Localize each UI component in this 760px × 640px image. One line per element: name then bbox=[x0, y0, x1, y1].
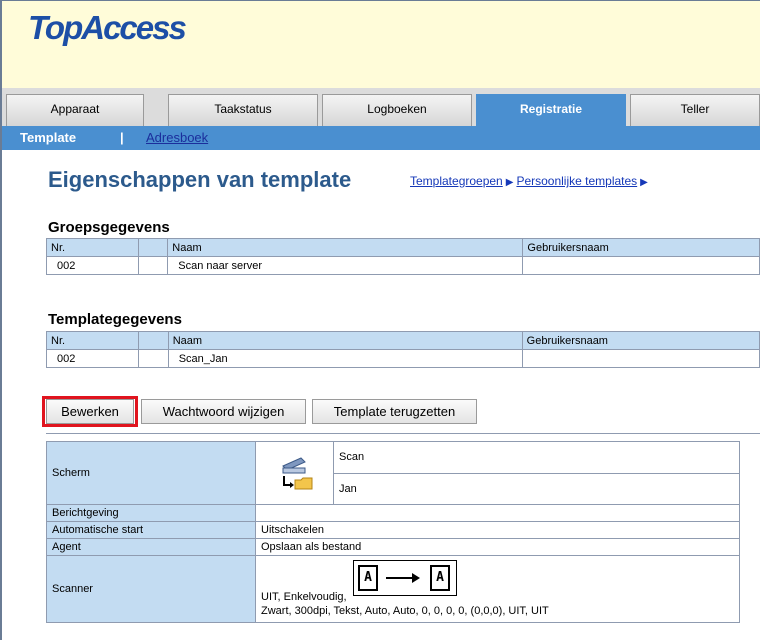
group-nr: 002 bbox=[46, 256, 139, 275]
group-heading: Groepsgegevens bbox=[48, 219, 170, 236]
page-title: Eigenschappen van template bbox=[48, 167, 352, 192]
scherm-label: Scherm bbox=[46, 441, 256, 505]
tab-logboeken[interactable]: Logboeken bbox=[322, 94, 472, 126]
template-heading: Templategegevens bbox=[48, 311, 182, 328]
subnav-adresboek-link[interactable]: Adresboek bbox=[146, 130, 208, 145]
berichtgeving-value bbox=[255, 504, 740, 522]
agent-value: Opslaan als bestand bbox=[255, 538, 740, 556]
group-naam: Scan naar server bbox=[167, 256, 524, 275]
scanner-line-1: UIT, Enkelvoudig, bbox=[261, 591, 347, 603]
table-header-row: Nr. Naam Gebruikersnaam bbox=[46, 238, 760, 257]
breadcrumb-persoonlijke-templates[interactable]: Persoonlijke templates bbox=[516, 174, 637, 188]
properties-table: Scherm Scan Jan Berichtgeving Automatisc… bbox=[46, 441, 740, 623]
tab-teller[interactable]: Teller bbox=[630, 94, 760, 126]
scanner-value: UIT, Enkelvoudig, A A Zwart, 300dpi, Tek… bbox=[255, 555, 740, 623]
header-banner: TopAccess bbox=[2, 1, 760, 88]
group-table: Nr. Naam Gebruikersnaam 002 Scan naar se… bbox=[46, 238, 760, 275]
col-empty bbox=[138, 331, 169, 350]
row-agent: Agent Opslaan als bestand bbox=[46, 538, 740, 556]
simplex-icon: A A bbox=[353, 560, 457, 596]
table-row: 002 Scan_Jan bbox=[45, 349, 760, 368]
main-tabs: Apparaat Taakstatus Logboeken Registrati… bbox=[2, 88, 760, 127]
template-empty bbox=[138, 349, 169, 368]
template-table: Nr. Naam Gebruikersnaam 002 Scan_Jan bbox=[45, 331, 760, 368]
col-nr: Nr. bbox=[46, 238, 139, 257]
col-gebruikersnaam: Gebruikersnaam bbox=[521, 331, 760, 350]
sub-navigation: Template | Adresboek bbox=[2, 126, 760, 150]
row-scherm: Scherm Scan bbox=[46, 441, 740, 505]
col-empty bbox=[137, 238, 169, 257]
col-naam: Naam bbox=[167, 238, 524, 257]
scanner-line-2: Zwart, 300dpi, Tekst, Auto, Auto, 0, 0, … bbox=[261, 605, 549, 617]
col-naam: Naam bbox=[167, 331, 523, 350]
row-scanner: Scanner UIT, Enkelvoudig, A A Zwart, 300… bbox=[46, 555, 740, 623]
scan-to-folder-icon bbox=[255, 441, 334, 505]
group-empty bbox=[137, 256, 169, 275]
breadcrumb: Templategroepen ▶ Persoonlijke templates ▶ bbox=[410, 174, 651, 188]
breadcrumb-templategroepen[interactable]: Templategroepen bbox=[410, 174, 503, 188]
screen-value-1: Scan bbox=[333, 441, 740, 474]
template-naam: Scan_Jan bbox=[167, 349, 523, 368]
table-header-row: Nr. Naam Gebruikersnaam bbox=[45, 331, 760, 350]
scanner-label: Scanner bbox=[46, 555, 256, 623]
row-berichtgeving: Berichtgeving bbox=[46, 504, 740, 522]
berichtgeving-label: Berichtgeving bbox=[46, 504, 256, 522]
edit-button-highlight bbox=[42, 396, 138, 427]
col-nr: Nr. bbox=[45, 331, 140, 350]
change-password-button[interactable]: Wachtwoord wijzigen bbox=[141, 399, 306, 424]
arrow-head-icon bbox=[412, 573, 420, 583]
page-a-icon: A bbox=[358, 565, 378, 591]
tab-apparaat[interactable]: Apparaat bbox=[6, 94, 144, 126]
arrow-icon bbox=[386, 577, 414, 579]
subnav-template[interactable]: Template bbox=[20, 130, 76, 145]
page-a-icon: A bbox=[430, 565, 450, 591]
screen-value-2: Jan bbox=[333, 472, 740, 505]
breadcrumb-arrow-icon: ▶ bbox=[640, 177, 648, 188]
table-row: 002 Scan naar server bbox=[46, 256, 760, 275]
row-automatische-start: Automatische start Uitschakelen bbox=[46, 521, 740, 539]
divider bbox=[46, 433, 760, 434]
automatische-start-label: Automatische start bbox=[46, 521, 256, 539]
template-nr: 002 bbox=[45, 349, 140, 368]
reset-template-button[interactable]: Template terugzetten bbox=[312, 399, 477, 424]
tab-registratie[interactable]: Registratie bbox=[476, 94, 626, 126]
breadcrumb-arrow-icon: ▶ bbox=[505, 177, 514, 188]
tab-taakstatus[interactable]: Taakstatus bbox=[168, 94, 318, 126]
agent-label: Agent bbox=[46, 538, 256, 556]
topaccess-logo: TopAccess bbox=[28, 9, 187, 46]
template-gebruikersnaam bbox=[521, 349, 760, 368]
automatische-start-value: Uitschakelen bbox=[255, 521, 740, 539]
col-gebruikersnaam: Gebruikersnaam bbox=[522, 238, 760, 257]
subnav-separator: | bbox=[120, 130, 124, 145]
group-gebruikersnaam bbox=[522, 256, 760, 275]
